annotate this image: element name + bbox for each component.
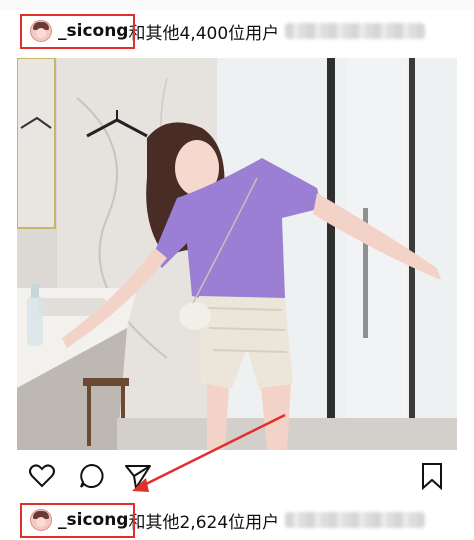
send-icon[interactable] [124,462,152,490]
post-action-bar [0,458,474,496]
previous-post-edge [0,0,474,10]
post-photo[interactable] [17,58,457,450]
highlight-box-bottom [20,503,135,538]
likes-count-text[interactable]: 和其他2,624位用户 [128,508,279,533]
blurred-text [285,23,426,39]
blurred-text [285,512,426,528]
likes-count-text[interactable]: 和其他4,400位用户 [128,19,279,44]
highlight-box-top [20,14,135,49]
bookmark-icon[interactable] [418,462,446,490]
heart-icon[interactable] [28,462,56,490]
photo-illustration [17,58,457,450]
comment-icon[interactable] [78,462,106,490]
